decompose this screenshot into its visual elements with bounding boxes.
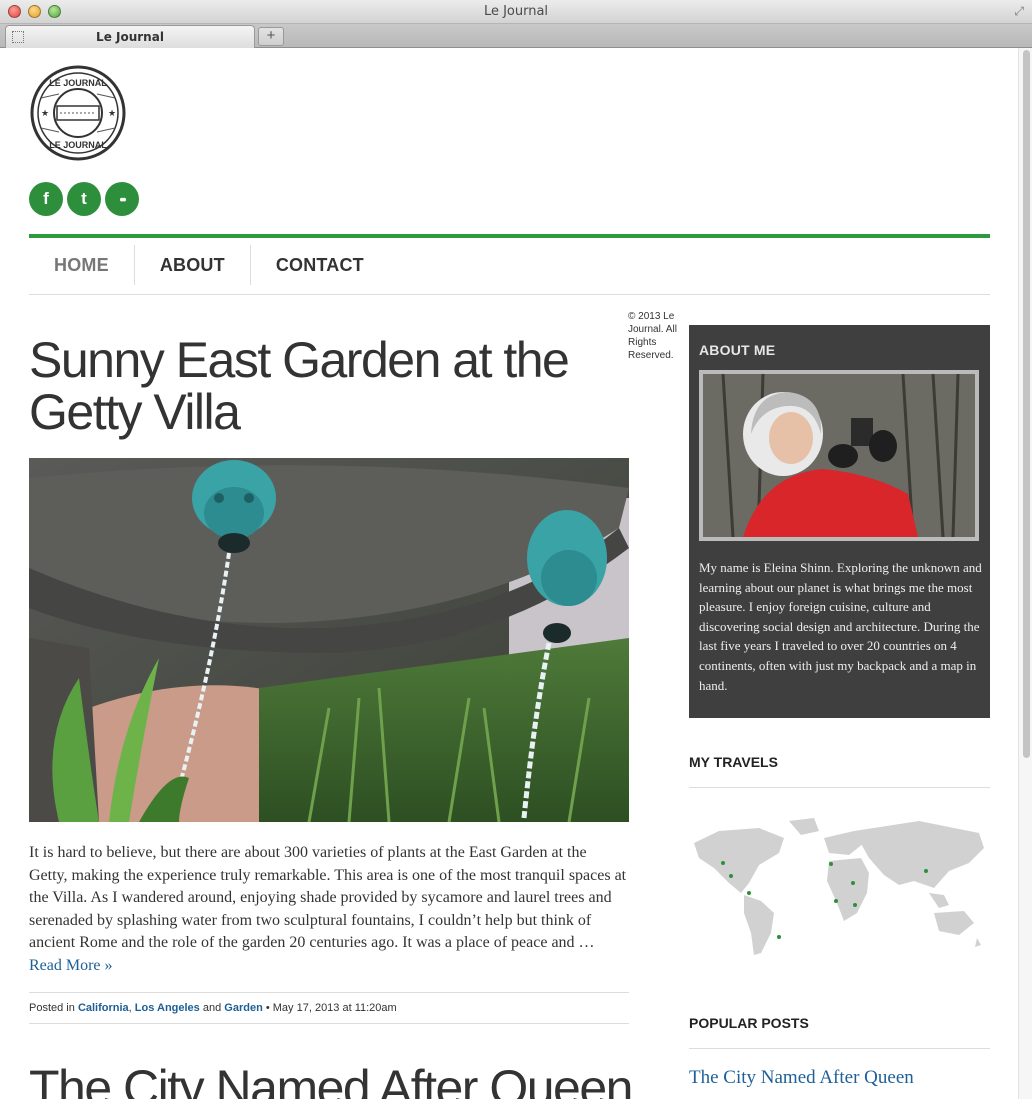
browser-tab[interactable]: Le Journal [5,25,255,48]
window-title: Le Journal [483,4,549,19]
popular-posts-heading: POPULAR POSTS [689,1015,990,1049]
site-logo-stamp[interactable]: LE JOURNAL LE JOURNAL ★ ★ [29,64,127,162]
post-date: • May 17, 2013 at 11:20am [265,1002,397,1014]
twitter-icon[interactable]: t [67,182,101,216]
posted-in-label: Posted in [29,1002,75,1014]
svg-text:★: ★ [41,108,49,118]
window-titlebar: Le Journal ⤢ [0,0,1032,24]
tab-label: Le Journal [96,30,164,44]
about-me-widget: ABOUT ME My name is Eleina Shinn. Explor… [689,325,990,718]
scrollbar-thumb[interactable] [1023,50,1030,758]
popular-post-link[interactable]: The City Named After Queen [689,1067,990,1089]
new-tab-button[interactable]: + [258,27,284,46]
facebook-icon[interactable]: f [29,182,63,216]
header-accent-rule [29,234,990,238]
about-me-text: My name is Eleina Shinn. Exploring the u… [699,560,982,693]
copyright-text: © 2013 Le Journal. All Rights Reserved. [628,311,677,361]
nav-home[interactable]: HOME [29,245,135,285]
post-excerpt: It is hard to believe, but there are abo… [29,844,627,974]
meta-and: and [202,1002,222,1014]
svg-text:LE JOURNAL: LE JOURNAL [49,140,107,150]
meta-separator: , [128,1002,132,1014]
post-title[interactable]: Sunny East Garden at the Getty Villa [29,334,629,438]
svg-text:LE JOURNAL: LE JOURNAL [49,78,107,88]
post-hero-image[interactable] [29,458,629,822]
tab-bar: Le Journal + [0,24,1032,48]
main-nav: HOME ABOUT CONTACT [29,245,990,295]
social-links: f t •• [29,182,139,216]
category-link-garden[interactable]: Garden [224,1002,263,1014]
post-meta: Posted in California, Los Angeles and Ga… [29,992,629,1024]
nav-about[interactable]: ABOUT [135,245,251,285]
category-link-los-angeles[interactable]: Los Angeles [135,1002,200,1014]
next-post-title[interactable]: The City Named After Queen [29,1062,633,1099]
category-link-california[interactable]: California [78,1002,129,1014]
read-more-link[interactable]: Read More » [29,957,113,974]
about-me-photo [699,370,979,541]
svg-text:★: ★ [108,108,116,118]
nav-contact[interactable]: CONTACT [251,245,389,285]
page-viewport: LE JOURNAL LE JOURNAL ★ ★ f t •• HOME AB… [1,48,1018,1099]
my-travels-heading: MY TRAVELS [689,754,990,788]
flickr-icon[interactable]: •• [105,182,139,216]
fullscreen-icon[interactable]: ⤢ [1014,4,1024,19]
vertical-scrollbar[interactable] [1018,48,1032,1099]
about-me-heading: ABOUT ME [699,342,776,358]
travel-world-map[interactable] [689,813,990,963]
